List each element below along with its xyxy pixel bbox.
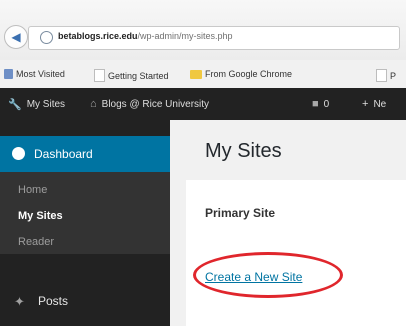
bookmark-label: Getting Started bbox=[108, 70, 169, 81]
submenu-item-my-sites[interactable]: My Sites bbox=[18, 210, 63, 222]
primary-site-label: Primary Site bbox=[205, 206, 276, 220]
page-icon bbox=[376, 69, 387, 82]
home-icon: ⌂ bbox=[90, 98, 97, 110]
admin-sidebar: Dashboard Home My Sites Reader ✦ Posts bbox=[0, 120, 170, 326]
adminbar-site-name[interactable]: ⌂ Blogs @ Rice University bbox=[90, 98, 209, 110]
bookmark-getting-started[interactable]: Getting Started bbox=[94, 69, 169, 82]
sites-panel bbox=[186, 180, 406, 326]
submenu-item-home[interactable]: Home bbox=[18, 184, 47, 196]
dashboard-submenu: Home My Sites Reader bbox=[0, 172, 170, 254]
adminbar-new[interactable]: + Ne bbox=[362, 98, 386, 110]
url-text: betablogs.rice.edu/wp-admin/my-sites.php bbox=[58, 31, 233, 41]
comment-icon: ■ bbox=[312, 98, 319, 110]
bookmark-most-visited[interactable]: Most Visited bbox=[4, 69, 65, 79]
adminbar-comments[interactable]: ■ 0 bbox=[312, 98, 329, 110]
sidebar-item-posts[interactable]: ✦ Posts bbox=[0, 282, 170, 318]
pin-icon: ✦ bbox=[14, 294, 25, 309]
adminbar-site-name-label: Blogs @ Rice University bbox=[101, 98, 210, 110]
back-arrow-icon: ◀ bbox=[11, 30, 21, 44]
plus-icon: + bbox=[362, 98, 369, 110]
folder-icon bbox=[190, 69, 202, 79]
bookmark-p[interactable]: P bbox=[376, 69, 396, 82]
browser-address-bar: ◀ betablogs.rice.edu/wp-admin/my-sites.p… bbox=[0, 0, 406, 60]
page-icon bbox=[94, 69, 105, 82]
bookmark-label: From Google Chrome bbox=[205, 69, 293, 79]
submenu-item-reader[interactable]: Reader bbox=[18, 236, 54, 248]
bookmark-label: P bbox=[390, 70, 397, 81]
bookmark-label: Most Visited bbox=[16, 69, 65, 79]
dashboard-icon bbox=[12, 147, 25, 160]
adminbar-my-sites-label: My Sites bbox=[26, 99, 66, 110]
bookmark-from-google-chrome[interactable]: From Google Chrome bbox=[190, 69, 292, 79]
globe-icon bbox=[40, 31, 53, 44]
url-domain: betablogs.rice.edu bbox=[58, 31, 138, 41]
url-path: /wp-admin/my-sites.php bbox=[137, 31, 233, 41]
sidebar-item-label: Dashboard bbox=[34, 147, 93, 161]
page-title: My Sites bbox=[205, 140, 282, 162]
bookmarks-bar: Most Visited Getting Started From Google… bbox=[0, 60, 406, 89]
adminbar-comments-count: 0 bbox=[323, 98, 330, 110]
wp-admin-bar: 🔧 My Sites ⌂ Blogs @ Rice University ■ 0… bbox=[0, 88, 406, 120]
adminbar-new-label: Ne bbox=[373, 98, 387, 110]
sidebar-item-label: Posts bbox=[38, 294, 69, 308]
sidebar-item-dashboard[interactable]: Dashboard bbox=[0, 136, 170, 172]
create-new-site-link[interactable]: Create a New Site bbox=[205, 270, 302, 284]
back-button[interactable]: ◀ bbox=[4, 25, 28, 49]
adminbar-my-sites[interactable]: 🔧 My Sites bbox=[8, 98, 65, 111]
wrench-icon: 🔧 bbox=[8, 99, 22, 111]
most-visited-icon bbox=[4, 69, 13, 79]
